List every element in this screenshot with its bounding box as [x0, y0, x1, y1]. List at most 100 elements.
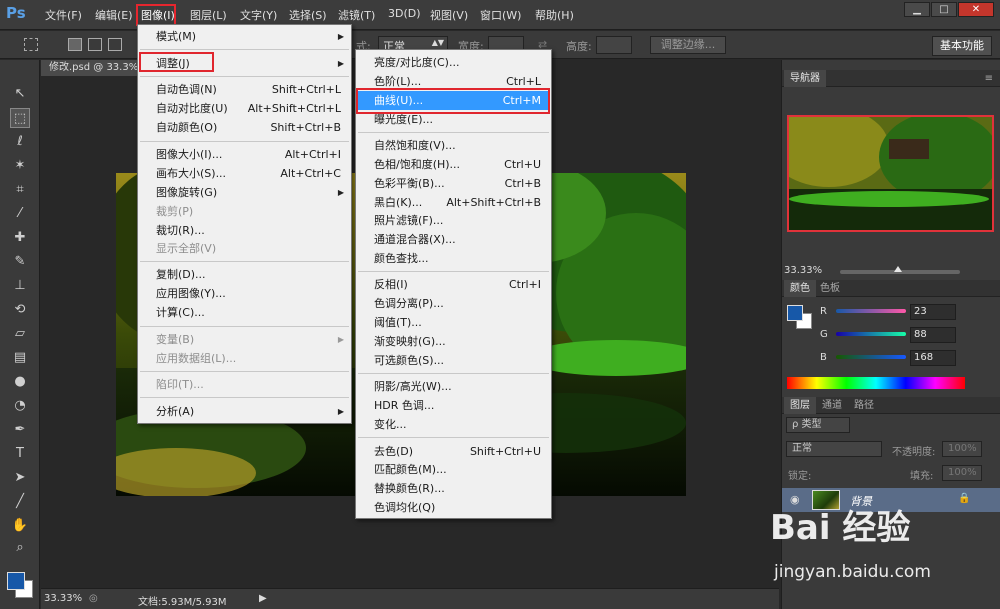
adjust-photo-filter[interactable]: 照片滤镜(F)...	[358, 211, 549, 230]
marquee-preset-icon[interactable]	[24, 38, 38, 51]
adjust-threshold[interactable]: 阈值(T)...	[358, 313, 549, 332]
adjust-gradient-map[interactable]: 渐变映射(G)...	[358, 332, 549, 351]
adjust-color-balance[interactable]: 色彩平衡(B)... Ctrl+B	[358, 174, 549, 193]
tab-swatches[interactable]: 色板	[814, 280, 846, 297]
image-menu-canvas-size[interactable]: 画布大小(S)... Alt+Ctrl+C	[140, 164, 349, 183]
menu-select[interactable]: 选择(S)	[289, 7, 327, 23]
adjust-hdr-toning[interactable]: HDR 色调...	[358, 396, 549, 415]
path-select-icon[interactable]: ➤	[10, 468, 30, 488]
adjust-curves[interactable]: 曲线(U)... Ctrl+M	[358, 91, 549, 110]
pen-tool-icon[interactable]: ✒	[10, 420, 30, 440]
close-button[interactable]: ✕	[958, 2, 994, 17]
g-input[interactable]: 88	[910, 327, 956, 343]
adjust-desaturate[interactable]: 去色(D) Shift+Ctrl+U	[358, 442, 549, 461]
navigator-thumbnail[interactable]	[787, 115, 994, 232]
status-menu-arrow-icon[interactable]: ▶	[259, 593, 267, 604]
eraser-icon[interactable]: ▱	[10, 324, 30, 344]
adjust-selective-color[interactable]: 可选颜色(S)...	[358, 351, 549, 370]
panel-menu-icon[interactable]: ≡	[979, 70, 999, 87]
image-menu-analysis[interactable]: 分析(A) ▶	[140, 402, 349, 421]
adjust-replace-color[interactable]: 替换颜色(R)...	[358, 479, 549, 498]
image-menu-auto-color[interactable]: 自动颜色(O) Shift+Ctrl+B	[140, 118, 349, 137]
status-zoom[interactable]: 33.33%	[44, 593, 82, 604]
eyedropper-icon[interactable]: ⁄	[10, 204, 30, 224]
adjust-exposure[interactable]: 曝光度(E)...	[358, 110, 549, 129]
menu-layer[interactable]: 图层(L)	[190, 7, 227, 23]
menu-view[interactable]: 视图(V)	[430, 7, 468, 23]
document-tab[interactable]: 修改.psd @ 33.3%	[41, 60, 141, 76]
tab-layers[interactable]: 图层	[784, 397, 816, 414]
adjust-levels[interactable]: 色阶(L)... Ctrl+L	[358, 72, 549, 91]
height-input[interactable]	[596, 36, 632, 54]
tab-channels[interactable]: 通道	[816, 397, 848, 414]
lasso-tool-icon[interactable]: ℓ	[10, 132, 30, 152]
fill-input[interactable]: 100%	[942, 465, 982, 481]
navigator-zoom[interactable]: 33.33%	[784, 265, 822, 276]
blend-mode-select[interactable]: 正常	[786, 441, 882, 457]
image-menu-mode[interactable]: 模式(M) ▶	[140, 27, 349, 46]
b-slider[interactable]	[836, 355, 906, 359]
adjust-invert[interactable]: 反相(I) Ctrl+I	[358, 275, 549, 294]
adjust-brightness-contrast[interactable]: 亮度/对比度(C)...	[358, 53, 549, 72]
image-menu-calculations[interactable]: 计算(C)...	[140, 303, 349, 322]
crop-tool-icon[interactable]: ⌗	[10, 180, 30, 200]
image-menu-auto-tone[interactable]: 自动色调(N) Shift+Ctrl+L	[140, 80, 349, 99]
adjust-match-color[interactable]: 匹配颜色(M)...	[358, 460, 549, 479]
adjust-hue-saturation[interactable]: 色相/饱和度(H)... Ctrl+U	[358, 155, 549, 174]
type-tool-icon[interactable]: T	[10, 444, 30, 464]
new-selection-icon[interactable]	[68, 38, 82, 51]
move-tool-icon[interactable]: ↖	[10, 84, 30, 104]
image-menu-adjust[interactable]: 调整(J) ▶	[140, 54, 349, 73]
tab-navigator[interactable]: 导航器	[784, 70, 826, 87]
image-menu-duplicate[interactable]: 复制(D)...	[140, 265, 349, 284]
menu-type[interactable]: 文字(Y)	[240, 7, 277, 23]
adjust-equalize[interactable]: 色调均化(Q)	[358, 498, 549, 517]
magic-wand-icon[interactable]: ✶	[10, 156, 30, 176]
menu-help[interactable]: 帮助(H)	[535, 7, 574, 23]
healing-brush-icon[interactable]: ✚	[10, 228, 30, 248]
tab-paths[interactable]: 路径	[848, 397, 880, 414]
brush-tool-icon[interactable]: ✎	[10, 252, 30, 272]
history-brush-icon[interactable]: ⟲	[10, 300, 30, 320]
adjust-posterize[interactable]: 色调分离(P)...	[358, 294, 549, 313]
opacity-input[interactable]: 100%	[942, 441, 982, 457]
image-menu-apply-image[interactable]: 应用图像(Y)...	[140, 284, 349, 303]
menu-filter[interactable]: 滤镜(T)	[338, 7, 375, 23]
hand-tool-icon[interactable]: ✋	[10, 516, 30, 536]
adjust-black-white[interactable]: 黑白(K)... Alt+Shift+Ctrl+B	[358, 193, 549, 212]
image-menu-trim[interactable]: 裁切(R)...	[140, 221, 349, 240]
menu-edit[interactable]: 编辑(E)	[95, 7, 133, 23]
workspace-button[interactable]: 基本功能	[932, 36, 992, 56]
blur-tool-icon[interactable]: ●	[10, 372, 30, 392]
refine-edge-button[interactable]: 调整边缘...	[650, 36, 726, 54]
navigator-slider-thumb[interactable]	[894, 266, 902, 272]
color-spectrum[interactable]	[787, 377, 965, 389]
maximize-button[interactable]: □	[931, 2, 957, 17]
r-input[interactable]: 23	[910, 304, 956, 320]
r-slider[interactable]	[836, 309, 906, 313]
dodge-tool-icon[interactable]: ◔	[10, 396, 30, 416]
foreground-color-swatch[interactable]	[7, 572, 25, 590]
adjust-vibrance[interactable]: 自然饱和度(V)...	[358, 136, 549, 155]
adjust-variations[interactable]: 变化...	[358, 415, 549, 434]
tab-color[interactable]: 颜色	[784, 280, 816, 297]
g-slider[interactable]	[836, 332, 906, 336]
adjust-channel-mixer[interactable]: 通道混合器(X)...	[358, 230, 549, 249]
menu-window[interactable]: 窗口(W)	[480, 7, 521, 23]
color-fg-swatch[interactable]	[787, 305, 803, 321]
image-menu-rotation[interactable]: 图像旋转(G) ▶	[140, 183, 349, 202]
minimize-button[interactable]: ▁	[904, 2, 930, 17]
zoom-tool-icon[interactable]: ⌕	[10, 538, 30, 558]
b-input[interactable]: 168	[910, 350, 956, 366]
marquee-tool-icon[interactable]: ⬚	[10, 108, 30, 128]
layer-filter-select[interactable]: ρ 类型	[786, 417, 850, 433]
subtract-selection-icon[interactable]	[108, 38, 122, 51]
gradient-icon[interactable]: ▤	[10, 348, 30, 368]
clone-stamp-icon[interactable]: ⊥	[10, 276, 30, 296]
image-menu-image-size[interactable]: 图像大小(I)... Alt+Ctrl+I	[140, 145, 349, 164]
menu-file[interactable]: 文件(F)	[45, 7, 82, 23]
add-selection-icon[interactable]	[88, 38, 102, 51]
image-menu-auto-contrast[interactable]: 自动对比度(U) Alt+Shift+Ctrl+L	[140, 99, 349, 118]
status-icon[interactable]: ◎	[89, 593, 98, 604]
line-tool-icon[interactable]: ╱	[10, 492, 30, 512]
